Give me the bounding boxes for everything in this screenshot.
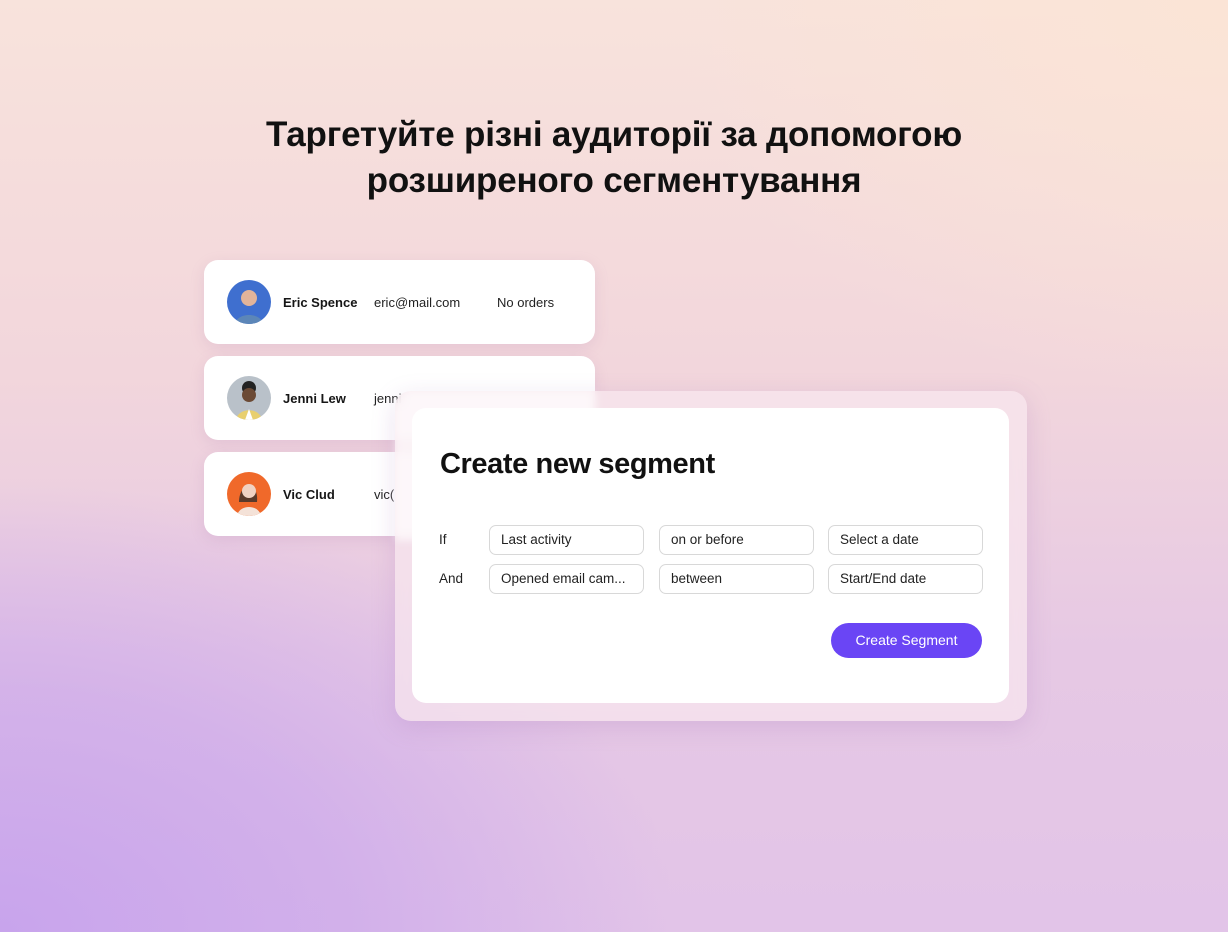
headline-line-2: розширеного сегментування (366, 161, 862, 200)
headline-line-1: Таргетуйте різні аудиторії за допомогою (265, 115, 963, 154)
contact-name: Jenni Lew (283, 391, 346, 406)
condition-date-range-input[interactable]: Start/End date (828, 564, 983, 594)
panel-title: Create new segment (440, 448, 715, 480)
avatar (227, 472, 271, 516)
person-photo-icon (227, 280, 271, 324)
person-photo-icon (227, 376, 271, 420)
headline: Таргетуйте різні аудиторії за допомогою … (0, 112, 1228, 204)
condition-field-select[interactable]: Opened email cam... (489, 564, 644, 594)
contact-email: eric@mail.com (374, 295, 461, 310)
person-photo-icon (227, 472, 271, 516)
avatar (227, 376, 271, 420)
condition-label-and: And (439, 571, 464, 586)
condition-label-if: If (439, 532, 447, 547)
contact-name: Vic Clud (283, 487, 335, 502)
contact-orders: No orders (497, 295, 555, 310)
condition-operator-select[interactable]: on or before (659, 525, 814, 555)
condition-operator-select[interactable]: between (659, 564, 814, 594)
condition-date-input[interactable]: Select a date (828, 525, 983, 555)
create-segment-button[interactable]: Create Segment (831, 623, 982, 658)
contact-email: vic( (374, 487, 395, 502)
condition-field-select[interactable]: Last activity (489, 525, 644, 555)
contact-card[interactable]: Eric Spence eric@mail.com No orders (204, 260, 595, 344)
avatar (227, 280, 271, 324)
create-segment-panel: Create new segment If Last activity on o… (412, 408, 1009, 703)
contact-name: Eric Spence (283, 295, 358, 310)
